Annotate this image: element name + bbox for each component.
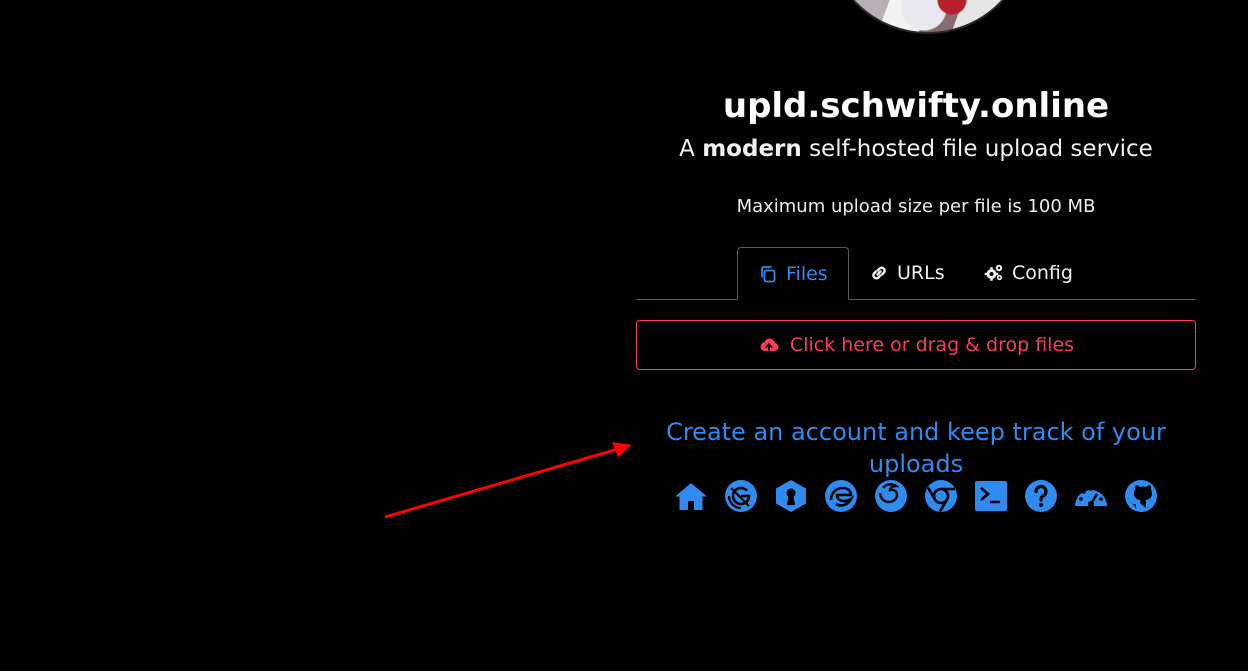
tab-files-label: Files — [786, 262, 828, 285]
dashboard-link[interactable] — [1073, 476, 1109, 516]
cloud-upload-icon — [760, 338, 779, 351]
tab-files[interactable]: Files — [737, 247, 849, 300]
gatsby-icon — [725, 480, 757, 512]
chrome-icon — [925, 480, 957, 513]
faq-link[interactable] — [1023, 476, 1059, 516]
keybase-icon — [776, 480, 806, 512]
github-link[interactable] — [1123, 476, 1159, 516]
home-link[interactable] — [673, 476, 709, 516]
gears-icon — [984, 264, 1003, 281]
tagline-emphasis: modern — [702, 136, 802, 162]
gatsby-link[interactable] — [723, 476, 759, 516]
github-icon — [1125, 480, 1157, 512]
link-icon — [872, 266, 886, 280]
tab-config[interactable]: Config — [984, 247, 1073, 299]
terminal-icon — [975, 481, 1007, 511]
home-icon — [675, 483, 707, 510]
max-upload-size-text: Maximum upload size per file is 100 MB — [736, 196, 1096, 217]
question-icon — [1025, 480, 1057, 512]
edge-link[interactable] — [823, 476, 859, 516]
firefox-link[interactable] — [873, 476, 909, 516]
create-account-link[interactable]: Create an account and keep track of your… — [616, 416, 1216, 480]
avatar — [826, 0, 1030, 34]
firefox-icon — [875, 480, 907, 512]
site-title: upld.schwifty.online — [722, 86, 1110, 126]
upload-dropzone-button[interactable]: Click here or drag & drop files — [636, 320, 1196, 370]
edge-icon — [825, 480, 857, 512]
upload-tabs: Files URLs Config — [636, 247, 1196, 300]
terminal-link[interactable] — [973, 476, 1009, 516]
upload-dropzone-label: Click here or drag & drop files — [789, 334, 1075, 356]
dashboard-icon — [1075, 487, 1107, 507]
tab-config-label: Config — [1012, 262, 1073, 284]
copy-icon — [761, 265, 776, 282]
tab-urls[interactable]: URLs — [869, 247, 945, 299]
site-tagline: A modern self-hosted file upload service — [679, 136, 1153, 162]
chrome-link[interactable] — [923, 476, 959, 516]
quick-links-bar — [666, 476, 1166, 518]
keybase-link[interactable] — [773, 476, 809, 516]
tab-urls-label: URLs — [897, 262, 945, 284]
